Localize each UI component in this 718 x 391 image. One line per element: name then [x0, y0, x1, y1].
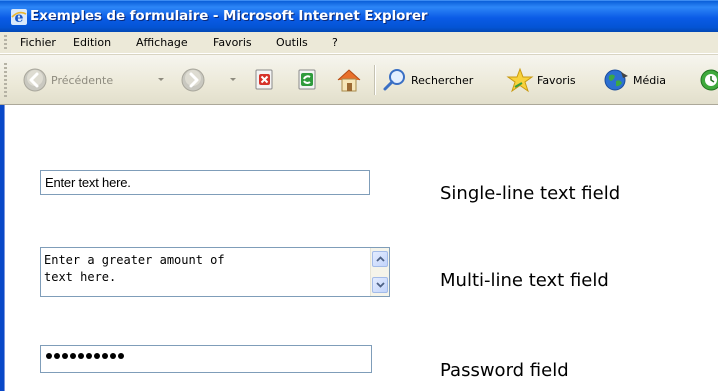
password-label: Password field: [440, 360, 569, 381]
password-dot: [46, 353, 52, 359]
menu-bar: Fichier Edition Affichage Favoris Outils…: [0, 32, 718, 54]
history-icon: [700, 69, 718, 91]
home-button[interactable]: [335, 67, 363, 93]
favorites-button[interactable]: Favoris: [506, 67, 576, 93]
stop-button[interactable]: [253, 67, 277, 93]
password-dot: [54, 353, 60, 359]
single-line-text-input[interactable]: [40, 170, 370, 195]
refresh-button[interactable]: [296, 67, 320, 93]
refresh-icon: [298, 69, 316, 90]
back-button[interactable]: Précédente: [22, 67, 113, 93]
multi-line-text: Enter a greater amount of text here.: [44, 253, 225, 284]
search-label: Rechercher: [411, 73, 474, 87]
back-dropdown-icon[interactable]: [158, 78, 164, 81]
password-dot: [78, 353, 84, 359]
menu-fichier[interactable]: Fichier: [20, 36, 56, 49]
favorites-label: Favoris: [537, 73, 576, 87]
search-icon: [383, 69, 405, 91]
history-button[interactable]: [697, 67, 718, 93]
back-icon: [23, 68, 47, 92]
password-dot: [118, 353, 124, 359]
media-icon: [604, 69, 628, 91]
chevron-down-icon: [376, 282, 385, 288]
toolbar-separator: [374, 65, 376, 95]
single-line-label: Single-line text field: [440, 183, 621, 204]
multi-line-label: Multi-line text field: [440, 270, 609, 291]
home-icon: [337, 69, 361, 92]
stop-icon: [255, 69, 273, 90]
ie-icon: e: [11, 9, 27, 26]
menu-edition[interactable]: Edition: [73, 36, 111, 49]
chevron-up-icon: [376, 256, 385, 262]
password-dot: [94, 353, 100, 359]
window-left-border-highlight: [4, 105, 5, 391]
back-label: Précédente: [51, 73, 114, 87]
password-dot: [70, 353, 76, 359]
menu-favoris[interactable]: Favoris: [213, 36, 252, 49]
forward-icon: [181, 68, 205, 92]
menubar-grip[interactable]: [4, 35, 7, 51]
multi-line-textarea[interactable]: Enter a greater amount of text here.: [40, 247, 390, 297]
media-label: Média: [633, 73, 667, 87]
scroll-up-button[interactable]: [372, 251, 388, 267]
favorites-icon: [506, 67, 534, 93]
menu-affichage[interactable]: Affichage: [136, 36, 188, 49]
title-bar[interactable]: e Exemples de formulaire - Microsoft Int…: [0, 0, 718, 32]
password-dot: [102, 353, 108, 359]
toolbar: Précédente Rechercher Favoris Média: [0, 54, 718, 105]
password-mask: [46, 353, 124, 359]
window-title: Exemples de formulaire - Microsoft Inter…: [30, 8, 428, 24]
forward-dropdown-icon[interactable]: [230, 78, 236, 81]
menu-outils[interactable]: Outils: [276, 36, 308, 49]
password-dot: [86, 353, 92, 359]
toolbar-grip[interactable]: [4, 63, 7, 97]
scroll-down-button[interactable]: [372, 277, 388, 293]
media-button[interactable]: Média: [602, 67, 666, 93]
forward-button[interactable]: [180, 67, 206, 93]
password-dot: [110, 353, 116, 359]
password-input[interactable]: [40, 345, 372, 373]
textarea-scrollbar[interactable]: [370, 248, 389, 296]
search-button[interactable]: Rechercher: [382, 67, 473, 93]
menu-help[interactable]: ?: [332, 36, 338, 49]
password-dot: [62, 353, 68, 359]
